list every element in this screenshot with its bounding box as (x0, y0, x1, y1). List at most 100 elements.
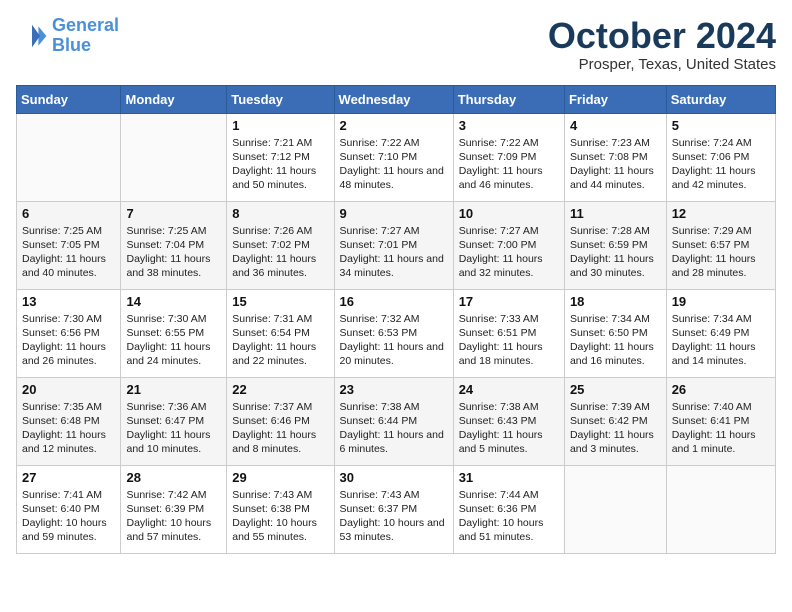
day-number: 9 (340, 206, 448, 221)
header-cell-sunday: Sunday (17, 85, 121, 113)
day-number: 7 (126, 206, 221, 221)
day-number: 15 (232, 294, 328, 309)
calendar-cell: 2 Sunrise: 7:22 AMSunset: 7:10 PMDaylight… (334, 113, 453, 201)
calendar-cell: 28 Sunrise: 7:42 AMSunset: 6:39 PMDayligh… (121, 465, 227, 553)
calendar-header-row: SundayMondayTuesdayWednesdayThursdayFrid… (17, 85, 776, 113)
day-info: Sunrise: 7:27 AMSunset: 7:01 PMDaylight:… (340, 224, 448, 281)
day-number: 28 (126, 470, 221, 485)
day-number: 21 (126, 382, 221, 397)
day-info: Sunrise: 7:27 AMSunset: 7:00 PMDaylight:… (459, 224, 559, 281)
month-title: October 2024 (548, 16, 776, 56)
day-info: Sunrise: 7:44 AMSunset: 6:36 PMDaylight:… (459, 488, 559, 545)
day-number: 3 (459, 118, 559, 133)
day-info: Sunrise: 7:22 AMSunset: 7:09 PMDaylight:… (459, 136, 559, 193)
day-number: 20 (22, 382, 115, 397)
day-info: Sunrise: 7:33 AMSunset: 6:51 PMDaylight:… (459, 312, 559, 369)
header-cell-monday: Monday (121, 85, 227, 113)
day-number: 17 (459, 294, 559, 309)
day-number: 25 (570, 382, 661, 397)
calendar-week-row: 27 Sunrise: 7:41 AMSunset: 6:40 PMDayligh… (17, 465, 776, 553)
calendar-cell (666, 465, 775, 553)
calendar-body: 1 Sunrise: 7:21 AMSunset: 7:12 PMDaylight… (17, 113, 776, 553)
day-info: Sunrise: 7:43 AMSunset: 6:37 PMDaylight:… (340, 488, 448, 545)
day-info: Sunrise: 7:38 AMSunset: 6:44 PMDaylight:… (340, 400, 448, 457)
calendar-cell: 16 Sunrise: 7:32 AMSunset: 6:53 PMDayligh… (334, 289, 453, 377)
header-cell-tuesday: Tuesday (227, 85, 334, 113)
calendar-cell: 31 Sunrise: 7:44 AMSunset: 6:36 PMDayligh… (453, 465, 564, 553)
title-block: October 2024 Prosper, Texas, United Stat… (548, 16, 776, 73)
calendar-cell: 29 Sunrise: 7:43 AMSunset: 6:38 PMDayligh… (227, 465, 334, 553)
calendar-cell: 23 Sunrise: 7:38 AMSunset: 6:44 PMDayligh… (334, 377, 453, 465)
day-info: Sunrise: 7:43 AMSunset: 6:38 PMDaylight:… (232, 488, 328, 545)
calendar-week-row: 1 Sunrise: 7:21 AMSunset: 7:12 PMDaylight… (17, 113, 776, 201)
day-info: Sunrise: 7:22 AMSunset: 7:10 PMDaylight:… (340, 136, 448, 193)
day-number: 6 (22, 206, 115, 221)
header-cell-saturday: Saturday (666, 85, 775, 113)
calendar-cell: 8 Sunrise: 7:26 AMSunset: 7:02 PMDaylight… (227, 201, 334, 289)
calendar-cell: 21Sunrise: 7:36 AMSunset: 6:47 PMDayligh… (121, 377, 227, 465)
day-info: Sunrise: 7:31 AMSunset: 6:54 PMDaylight:… (232, 312, 328, 369)
day-info: Sunrise: 7:23 AMSunset: 7:08 PMDaylight:… (570, 136, 661, 193)
header-cell-thursday: Thursday (453, 85, 564, 113)
day-number: 27 (22, 470, 115, 485)
day-info: Sunrise: 7:26 AMSunset: 7:02 PMDaylight:… (232, 224, 328, 281)
calendar-cell: 1 Sunrise: 7:21 AMSunset: 7:12 PMDaylight… (227, 113, 334, 201)
day-number: 24 (459, 382, 559, 397)
header-cell-friday: Friday (564, 85, 666, 113)
day-number: 22 (232, 382, 328, 397)
calendar-cell: 20 Sunrise: 7:35 AMSunset: 6:48 PMDayligh… (17, 377, 121, 465)
day-number: 2 (340, 118, 448, 133)
day-number: 4 (570, 118, 661, 133)
day-info: Sunrise: 7:25 AMSunset: 7:05 PMDaylight:… (22, 224, 115, 281)
day-number: 31 (459, 470, 559, 485)
calendar-cell: 3 Sunrise: 7:22 AMSunset: 7:09 PMDaylight… (453, 113, 564, 201)
calendar-cell: 6 Sunrise: 7:25 AMSunset: 7:05 PMDaylight… (17, 201, 121, 289)
day-number: 12 (672, 206, 770, 221)
day-number: 13 (22, 294, 115, 309)
calendar-cell: 11Sunrise: 7:28 AMSunset: 6:59 PMDayligh… (564, 201, 666, 289)
calendar-cell: 26Sunrise: 7:40 AMSunset: 6:41 PMDayligh… (666, 377, 775, 465)
day-info: Sunrise: 7:32 AMSunset: 6:53 PMDaylight:… (340, 312, 448, 369)
day-info: Sunrise: 7:39 AMSunset: 6:42 PMDaylight:… (570, 400, 661, 457)
calendar-cell: 15 Sunrise: 7:31 AMSunset: 6:54 PMDayligh… (227, 289, 334, 377)
day-info: Sunrise: 7:21 AMSunset: 7:12 PMDaylight:… (232, 136, 328, 193)
day-number: 23 (340, 382, 448, 397)
day-info: Sunrise: 7:25 AMSunset: 7:04 PMDaylight:… (126, 224, 221, 281)
day-info: Sunrise: 7:30 AMSunset: 6:55 PMDaylight:… (126, 312, 221, 369)
calendar-week-row: 20 Sunrise: 7:35 AMSunset: 6:48 PMDayligh… (17, 377, 776, 465)
day-number: 5 (672, 118, 770, 133)
day-number: 8 (232, 206, 328, 221)
logo: General Blue (16, 16, 119, 56)
calendar-week-row: 6 Sunrise: 7:25 AMSunset: 7:05 PMDaylight… (17, 201, 776, 289)
day-number: 10 (459, 206, 559, 221)
calendar-cell: 30 Sunrise: 7:43 AMSunset: 6:37 PMDayligh… (334, 465, 453, 553)
location: Prosper, Texas, United States (548, 56, 776, 73)
calendar-cell: 25 Sunrise: 7:39 AMSunset: 6:42 PMDayligh… (564, 377, 666, 465)
day-info: Sunrise: 7:35 AMSunset: 6:48 PMDaylight:… (22, 400, 115, 457)
calendar-cell: 7 Sunrise: 7:25 AMSunset: 7:04 PMDaylight… (121, 201, 227, 289)
day-info: Sunrise: 7:30 AMSunset: 6:56 PMDaylight:… (22, 312, 115, 369)
calendar-cell (17, 113, 121, 201)
calendar-cell (564, 465, 666, 553)
day-info: Sunrise: 7:29 AMSunset: 6:57 PMDaylight:… (672, 224, 770, 281)
day-info: Sunrise: 7:34 AMSunset: 6:50 PMDaylight:… (570, 312, 661, 369)
calendar-cell: 14Sunrise: 7:30 AMSunset: 6:55 PMDayligh… (121, 289, 227, 377)
day-info: Sunrise: 7:37 AMSunset: 6:46 PMDaylight:… (232, 400, 328, 457)
day-number: 16 (340, 294, 448, 309)
day-info: Sunrise: 7:24 AMSunset: 7:06 PMDaylight:… (672, 136, 770, 193)
day-number: 30 (340, 470, 448, 485)
day-info: Sunrise: 7:42 AMSunset: 6:39 PMDaylight:… (126, 488, 221, 545)
calendar-week-row: 13 Sunrise: 7:30 AMSunset: 6:56 PMDayligh… (17, 289, 776, 377)
header-cell-wednesday: Wednesday (334, 85, 453, 113)
calendar-cell: 10 Sunrise: 7:27 AMSunset: 7:00 PMDayligh… (453, 201, 564, 289)
calendar-cell: 12 Sunrise: 7:29 AMSunset: 6:57 PMDayligh… (666, 201, 775, 289)
logo-icon (16, 20, 48, 52)
day-number: 29 (232, 470, 328, 485)
calendar-table: SundayMondayTuesdayWednesdayThursdayFrid… (16, 85, 776, 554)
calendar-cell: 27 Sunrise: 7:41 AMSunset: 6:40 PMDayligh… (17, 465, 121, 553)
logo-text: General Blue (52, 16, 119, 56)
day-info: Sunrise: 7:34 AMSunset: 6:49 PMDaylight:… (672, 312, 770, 369)
day-number: 1 (232, 118, 328, 133)
day-number: 11 (570, 206, 661, 221)
day-info: Sunrise: 7:41 AMSunset: 6:40 PMDaylight:… (22, 488, 115, 545)
